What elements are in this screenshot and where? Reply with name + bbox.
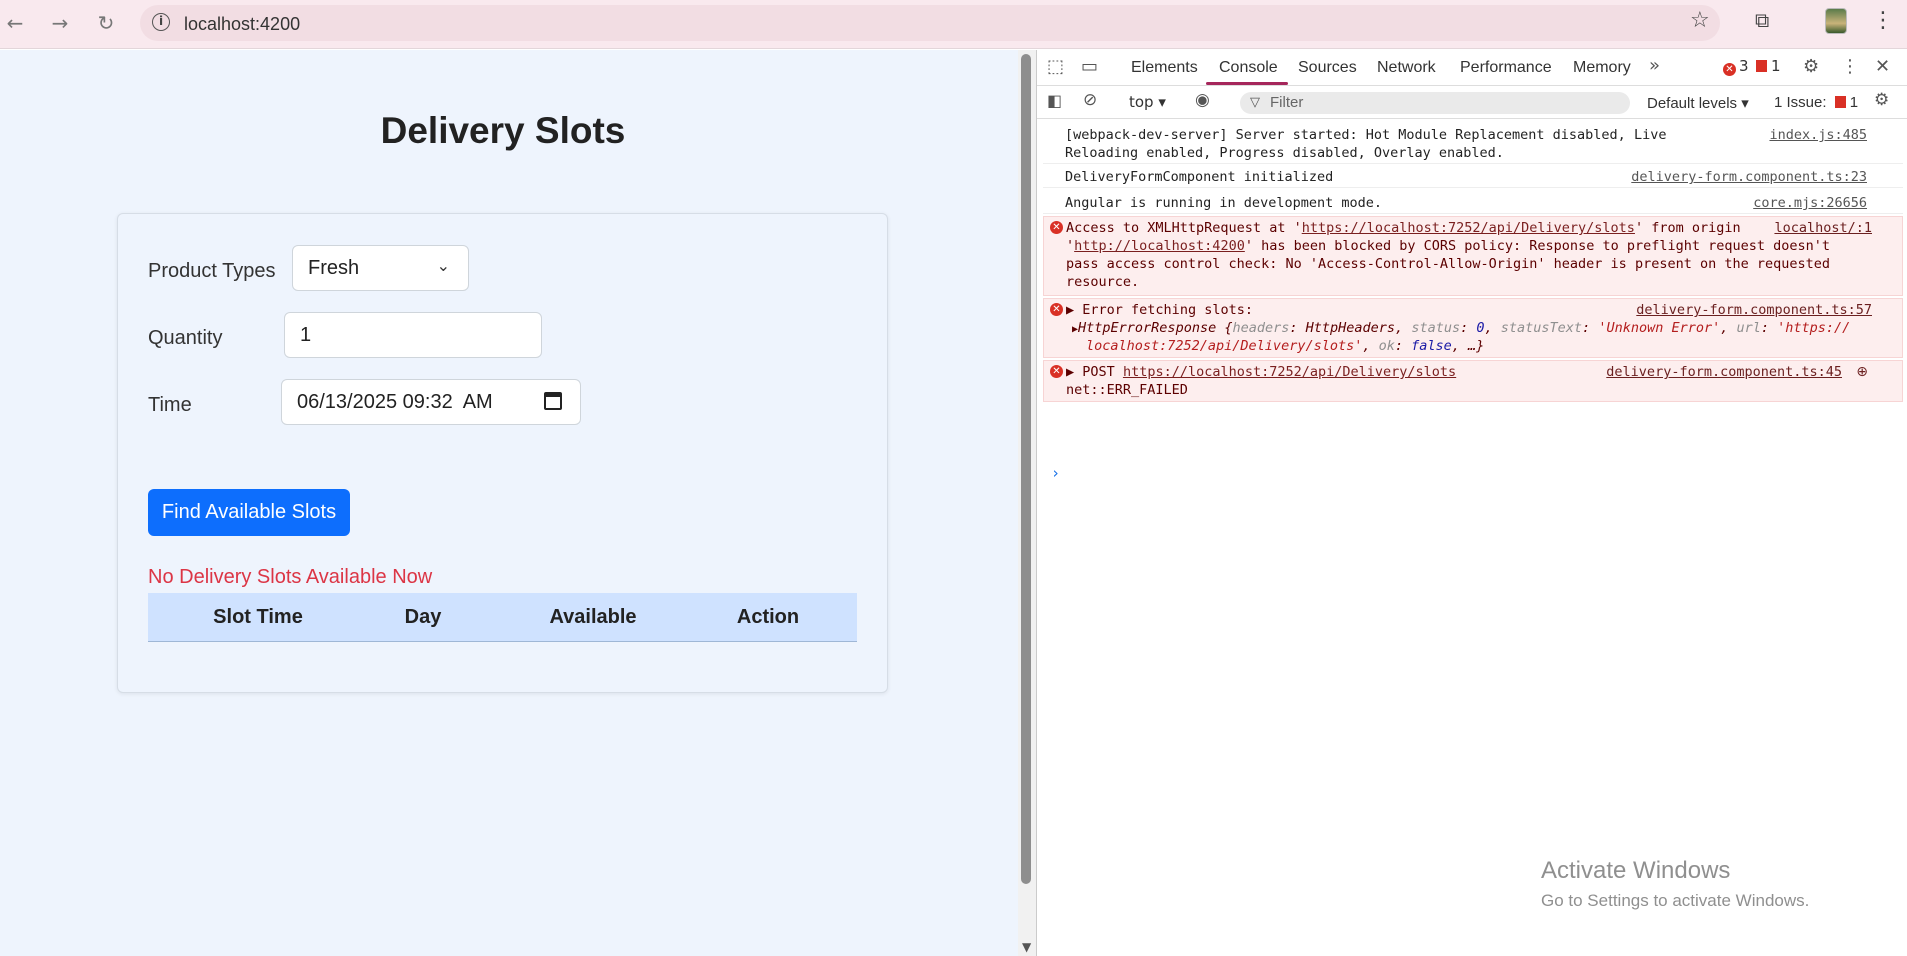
console-error-message: ✕ Access to XMLHttpRequest at 'https://l… [1043,216,1903,296]
source-link[interactable]: localhost/:1 [1774,219,1872,237]
error-icon: ✕ [1050,365,1063,378]
inspect-element-icon[interactable]: ⬚ [1047,56,1064,77]
source-link[interactable]: delivery-form.component.ts:23 [1631,168,1867,186]
quantity-input[interactable]: 1 [284,312,542,358]
activate-windows-subtitle: Go to Settings to activate Windows. [1541,891,1810,910]
browser-menu-icon[interactable]: ⋮ [1872,8,1894,33]
console-message: Angular is running in development mode. … [1043,192,1903,214]
page-title: Delivery Slots [380,110,626,151]
close-icon[interactable]: ✕ [1875,56,1890,77]
settings-gear-icon[interactable]: ⚙ [1803,56,1819,77]
page-scrollbar[interactable]: ▼ [1018,50,1036,956]
tab-memory[interactable]: Memory [1573,59,1631,77]
issue-flag-icon [1756,60,1767,72]
extensions-icon[interactable]: ⧉ [1755,8,1781,34]
source-link[interactable]: delivery-form.component.ts:45 [1606,363,1842,381]
filter-input[interactable]: ▽ Filter [1240,92,1630,114]
filter-icon: ▽ [1250,95,1260,110]
profile-avatar[interactable] [1825,8,1847,34]
app-page: Delivery Slots Product Types Fresh ⌄ Qua… [0,50,1018,956]
filter-placeholder: Filter [1270,94,1304,111]
tab-sources[interactable]: Sources [1298,59,1357,77]
address-url[interactable]: localhost:4200 [184,14,300,35]
bookmark-star-icon[interactable]: ☆ [1690,8,1710,33]
console-prompt-icon[interactable]: › [1051,464,1060,482]
issue-flag-icon [1834,96,1846,108]
context-select[interactable]: top ▾ [1129,93,1166,111]
devtools-tab-bar: ⬚ ▭ Elements Console Sources Network Per… [1037,50,1907,86]
log-levels-select[interactable]: Default levels ▾ [1647,94,1749,112]
console-error-message: ✕ ▶ Error fetching slots: ▶HttpErrorResp… [1043,298,1903,358]
issues-label: 1 Issue: [1774,94,1827,111]
origin-url-link[interactable]: http://localhost:4200 [1074,238,1245,254]
product-types-label: Product Types [148,260,276,282]
activate-windows-title: Activate Windows [1541,857,1731,884]
request-url-link[interactable]: https://localhost:7252/api/Delivery/slot… [1123,364,1456,380]
quantity-value: 1 [300,323,312,346]
product-type-value: Fresh [308,256,360,279]
time-datetime-input[interactable]: 06/13/2025 09:32 AM [281,379,581,425]
console-settings-icon[interactable]: ⚙ [1874,90,1889,110]
tab-network[interactable]: Network [1377,59,1436,77]
console-error-message: ✕ ▶ POST https://localhost:7252/api/Deli… [1043,360,1903,402]
slots-table-header: Slot Time Day Available Action [148,593,857,642]
eye-icon[interactable]: ◉ [1195,90,1210,110]
device-toolbar-icon[interactable]: ▭ [1081,56,1098,77]
column-header-action: Action [736,606,800,628]
issues-count: 1 [1849,94,1859,111]
active-tab-indicator [1206,82,1288,85]
clear-console-icon[interactable]: ⊘ [1083,90,1097,110]
source-link[interactable]: core.mjs:26656 [1753,194,1867,212]
more-tabs-icon[interactable]: » [1649,55,1660,76]
time-label: Time [148,394,192,416]
source-link[interactable]: index.js:485 [1769,126,1867,144]
chevron-down-icon: ⌄ [436,256,450,275]
issue-count-badge[interactable]: 1 [1756,57,1781,75]
column-header-day: Day [404,606,442,628]
calendar-icon[interactable] [544,392,562,410]
tab-elements[interactable]: Elements [1131,59,1198,77]
column-header-available: Available [549,606,637,628]
time-value: 06/13/2025 09:32 AM [297,390,493,413]
devtools-menu-icon[interactable]: ⋮ [1841,56,1859,77]
error-icon: ✕ [1050,221,1063,234]
error-url-link[interactable]: https://localhost:7252/api/Delivery/slot… [1302,220,1635,236]
column-header-slot-time: Slot Time [213,606,303,628]
expand-triangle-icon[interactable]: ▶ [1066,302,1074,318]
browser-toolbar: ← → ↻ i localhost:4200 ☆ ⧉ ⋮ [0,0,1907,49]
quantity-label: Quantity [148,327,223,349]
address-bar[interactable]: i localhost:4200 [140,5,1720,41]
scrollbar-thumb[interactable] [1021,54,1031,884]
site-info-icon[interactable]: i [152,13,170,31]
back-icon[interactable]: ← [0,8,30,38]
tab-performance[interactable]: Performance [1460,59,1552,77]
sidebar-toggle-icon[interactable]: ◧ [1047,91,1062,110]
error-icon: ✕ [1723,63,1736,76]
console-message: [webpack-dev-server] Server started: Hot… [1043,124,1903,164]
scroll-down-icon[interactable]: ▼ [1022,940,1031,954]
forward-icon[interactable]: → [45,8,75,38]
error-icon: ✕ [1050,303,1063,316]
product-type-select[interactable]: Fresh ⌄ [292,245,469,291]
tab-console[interactable]: Console [1219,59,1278,77]
issues-button[interactable]: 1 Issue: 1 [1774,94,1858,111]
expand-triangle-icon[interactable]: ▶ [1066,364,1074,380]
console-toolbar: ◧ ⊘ top ▾ ◉ ▽ Filter Default levels ▾ 1 … [1037,87,1907,119]
delivery-form-card: Product Types Fresh ⌄ Quantity 1 Time 06… [117,213,888,693]
error-count-badge[interactable]: ✕ 3 [1723,57,1749,76]
devtools-panel: ⬚ ▭ Elements Console Sources Network Per… [1037,50,1907,956]
source-link[interactable]: delivery-form.component.ts:57 [1636,301,1872,319]
console-message: DeliveryFormComponent initialized delive… [1043,166,1903,188]
reload-icon[interactable]: ↻ [91,8,121,38]
no-slots-message: No Delivery Slots Available Now [148,566,433,588]
find-available-slots-button[interactable]: Find Available Slots [148,489,350,536]
network-globe-icon[interactable]: ⊕ [1856,363,1868,381]
